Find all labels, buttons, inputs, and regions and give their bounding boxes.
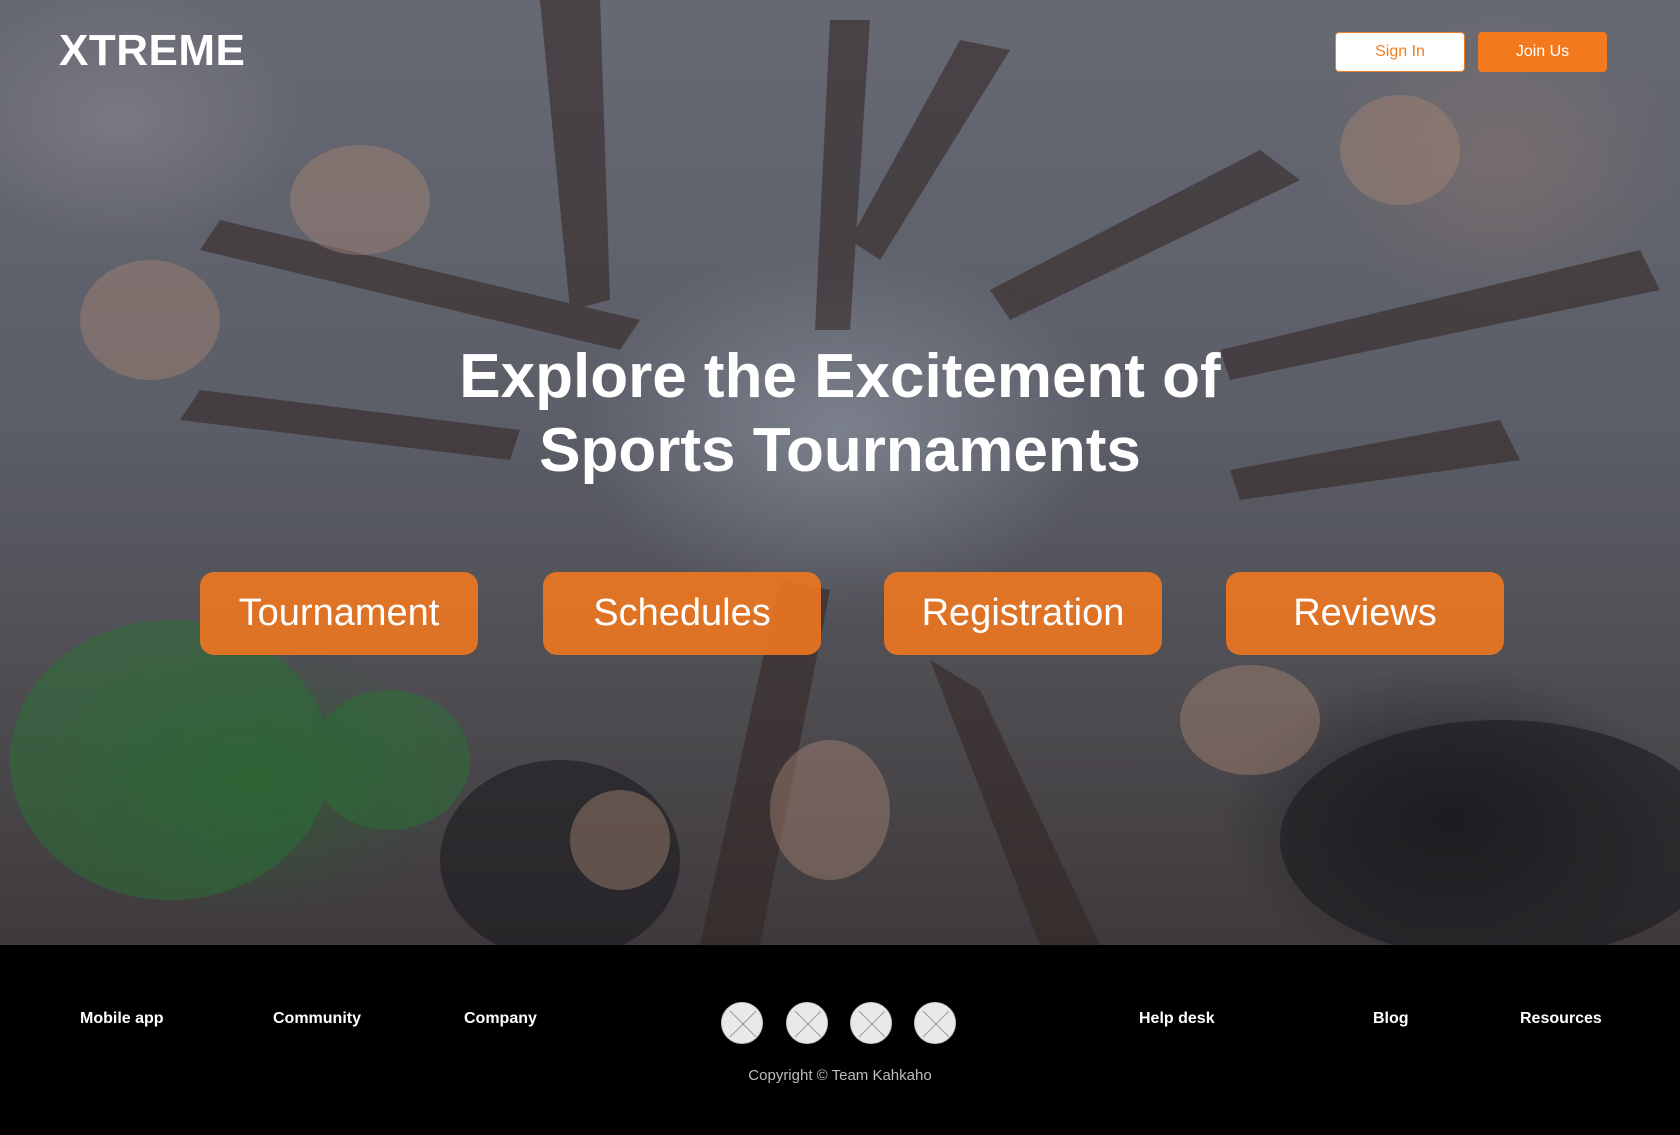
schedules-button[interactable]: Schedules: [543, 572, 821, 655]
copyright-text: Copyright © Team Kahkaho: [748, 1067, 932, 1084]
join-us-button[interactable]: Join Us: [1478, 32, 1607, 72]
tournament-button[interactable]: Tournament: [200, 572, 478, 655]
placeholder-x-icon: [922, 1010, 950, 1038]
social-icon-3[interactable]: [850, 1002, 892, 1044]
placeholder-x-icon: [729, 1010, 757, 1038]
footer-link-mobile-app[interactable]: Mobile app: [80, 1010, 164, 1028]
footer-link-company[interactable]: Company: [464, 1010, 537, 1028]
social-icon-2[interactable]: [786, 1002, 828, 1044]
registration-button[interactable]: Registration: [884, 572, 1162, 655]
hero-headline-line-2: Sports Tournaments: [539, 416, 1141, 485]
brand-logo[interactable]: XTREME: [59, 26, 245, 76]
placeholder-x-icon: [794, 1010, 822, 1038]
social-icon-1[interactable]: [721, 1002, 763, 1044]
placeholder-x-icon: [858, 1010, 886, 1038]
hero-headline: Explore the Excitement of Sports Tournam…: [340, 340, 1340, 488]
hero-headline-line-1: Explore the Excitement of: [459, 342, 1221, 411]
footer-link-blog[interactable]: Blog: [1373, 1010, 1409, 1028]
reviews-button[interactable]: Reviews: [1226, 572, 1504, 655]
sign-in-button[interactable]: Sign In: [1335, 32, 1465, 72]
footer-link-resources[interactable]: Resources: [1520, 1010, 1602, 1028]
social-icon-4[interactable]: [914, 1002, 956, 1044]
footer-link-help-desk[interactable]: Help desk: [1139, 1010, 1215, 1028]
footer: [0, 945, 1680, 1135]
footer-link-community[interactable]: Community: [273, 1010, 361, 1028]
